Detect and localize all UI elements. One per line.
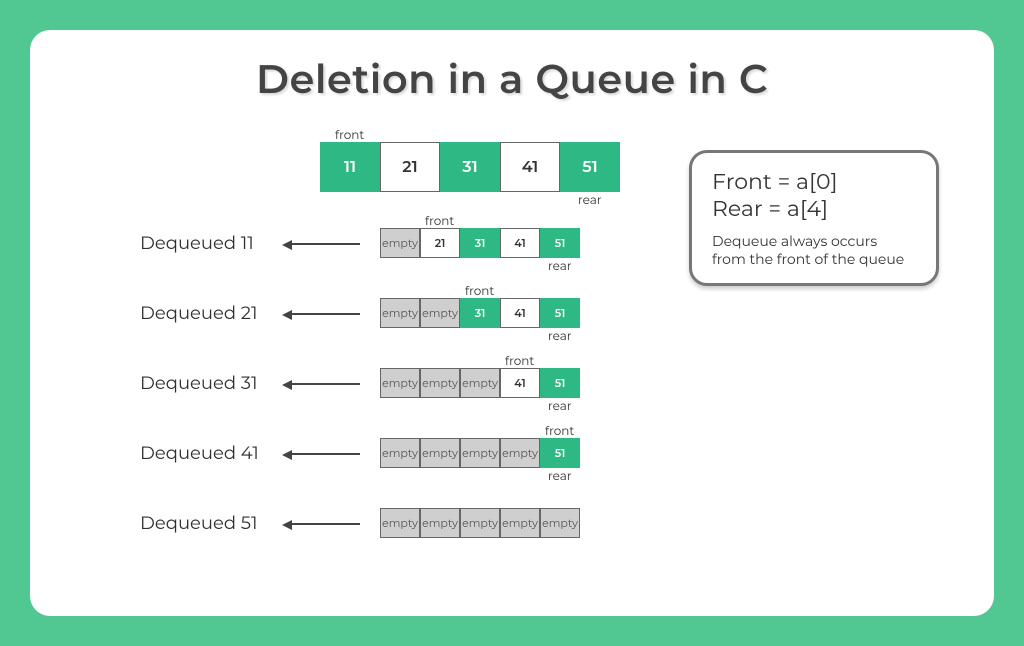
page-title: Deletion in a Queue in C <box>30 55 994 104</box>
queue-row: 1121314151 <box>320 142 620 192</box>
queue-cell: 51 <box>540 368 580 398</box>
arrow-left-icon <box>290 523 360 525</box>
queue-cell: 41 <box>500 368 540 398</box>
queue-cell: 41 <box>500 298 540 328</box>
queue-cell: empty <box>500 438 540 468</box>
front-label: front <box>505 354 534 369</box>
queue-row: emptyemptyemptyempty51 <box>380 438 580 468</box>
dequeued-label: Dequeued 11 <box>140 232 254 254</box>
queue-cell: 41 <box>500 228 540 258</box>
queue-cell: empty <box>380 368 420 398</box>
queue-cell: empty <box>380 508 420 538</box>
queue-cell: empty <box>460 508 500 538</box>
rear-label: rear <box>548 469 572 484</box>
queue-cell: empty <box>500 508 540 538</box>
info-box: Front = a[0] Rear = a[4] Dequeue always … <box>689 150 939 286</box>
queue-cell: 11 <box>320 142 380 192</box>
queue-cell: 51 <box>540 228 580 258</box>
front-label: front <box>425 214 454 229</box>
front-label: front <box>465 284 494 299</box>
queue-cell: empty <box>380 438 420 468</box>
queue-cell: empty <box>380 298 420 328</box>
queue-cell: 51 <box>560 142 620 192</box>
info-rear-line: Rear = a[4] <box>712 195 916 222</box>
arrow-left-icon <box>290 243 360 245</box>
arrow-left-icon <box>290 313 360 315</box>
queue-cell: 41 <box>500 142 560 192</box>
queue-row: emptyemptyemptyemptyempty <box>380 508 580 538</box>
rear-label: rear <box>548 329 572 344</box>
queue-cell: empty <box>420 368 460 398</box>
dequeued-label: Dequeued 41 <box>140 442 259 464</box>
queue-cell: 31 <box>440 142 500 192</box>
dequeued-label: Dequeued 51 <box>140 512 258 534</box>
front-label: front <box>335 128 364 143</box>
queue-row: emptyemptyempty4151 <box>380 368 580 398</box>
info-sub2: from the front of the queue <box>712 250 916 268</box>
queue-cell: empty <box>420 298 460 328</box>
queue-cell: empty <box>420 438 460 468</box>
rear-label: rear <box>578 193 602 208</box>
queue-cell: 21 <box>420 228 460 258</box>
dequeued-label: Dequeued 21 <box>140 302 258 324</box>
diagram-canvas: Deletion in a Queue in C 1121314151front… <box>30 30 994 616</box>
info-sub1: Dequeue always occurs <box>712 232 916 250</box>
rear-label: rear <box>548 399 572 414</box>
dequeued-label: Dequeued 31 <box>140 372 257 394</box>
queue-cell: empty <box>420 508 460 538</box>
queue-row: empty21314151 <box>380 228 580 258</box>
front-label: front <box>545 424 574 439</box>
queue-cell: empty <box>540 508 580 538</box>
arrow-left-icon <box>290 383 360 385</box>
queue-cell: empty <box>380 228 420 258</box>
queue-row: emptyempty314151 <box>380 298 580 328</box>
arrow-left-icon <box>290 453 360 455</box>
queue-cell: 51 <box>540 438 580 468</box>
queue-cell: 31 <box>460 298 500 328</box>
queue-cell: 31 <box>460 228 500 258</box>
info-front-line: Front = a[0] <box>712 168 916 195</box>
rear-label: rear <box>548 259 572 274</box>
queue-cell: empty <box>460 438 500 468</box>
queue-cell: 21 <box>380 142 440 192</box>
queue-cell: empty <box>460 368 500 398</box>
queue-cell: 51 <box>540 298 580 328</box>
